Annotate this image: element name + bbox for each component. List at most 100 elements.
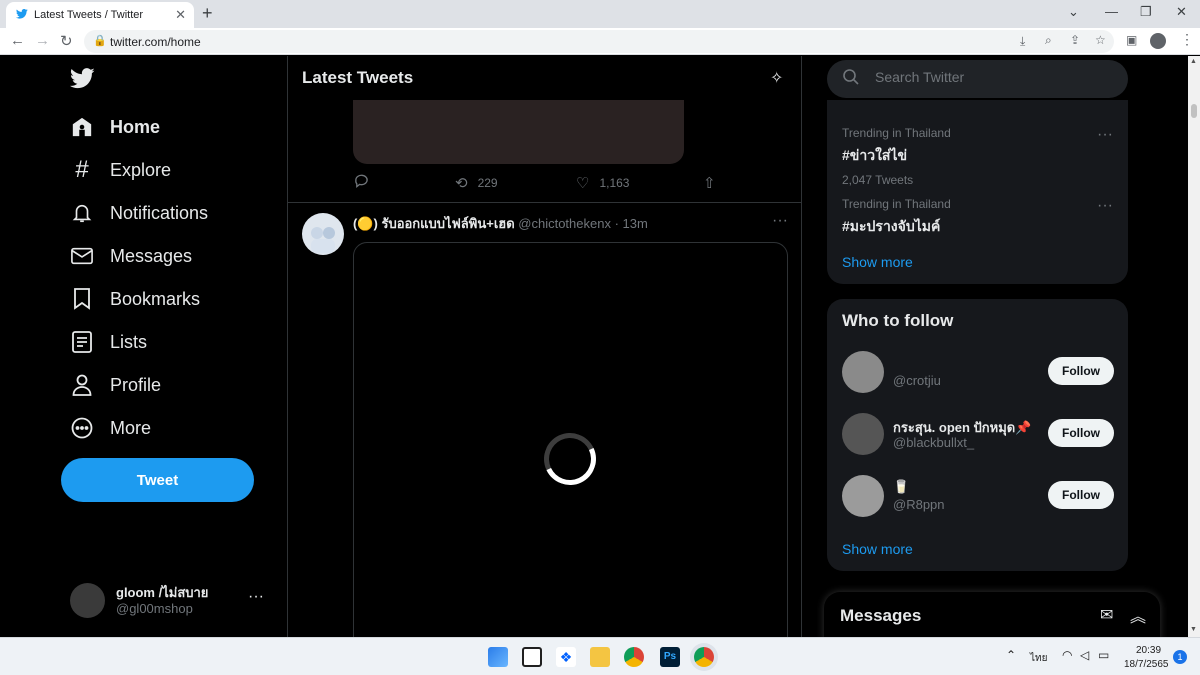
page-scrollbar[interactable]: ▲ ▼ <box>1188 56 1200 637</box>
follow-name: 🥛 <box>893 479 910 494</box>
profile-icon[interactable] <box>1150 33 1166 49</box>
twitter-app: Home # Explore Notifications Messages Bo… <box>0 56 1188 637</box>
nav-bookmarks[interactable]: Bookmarks <box>70 284 200 314</box>
like-count: 1,163 <box>599 176 630 190</box>
follow-suggestion[interactable]: กระสุน. open ปักหมุด📌 @blackbullxt_ Foll… <box>842 413 1114 457</box>
clock-time[interactable]: 20:39 <box>1136 645 1161 656</box>
nav-label: More <box>110 417 152 438</box>
forward-icon[interactable]: → <box>35 32 50 49</box>
clock-date[interactable]: 18/7/2565 <box>1124 659 1169 670</box>
reply-action[interactable] <box>354 174 379 192</box>
twitter-logo-icon[interactable] <box>69 68 95 94</box>
restore-icon[interactable]: ❐ <box>1140 4 1152 20</box>
tweet-author-name[interactable]: (🟡) รับออกแบบไฟล์พิน+เฮด <box>353 216 515 231</box>
follow-suggestion[interactable]: 🥛 @R8ppn Follow <box>842 475 1114 519</box>
plus-icon[interactable]: + <box>202 3 213 24</box>
who-to-follow-panel: Who to follow @crotjiu Follow กระสุน. op… <box>827 299 1128 571</box>
chevron-up-icon[interactable]: ︽ <box>1130 603 1146 627</box>
zoom-icon[interactable]: ⌕ <box>1045 33 1052 48</box>
more-dots-icon[interactable]: ··· <box>772 212 788 230</box>
follow-button[interactable]: Follow <box>1048 481 1114 509</box>
back-icon[interactable]: ← <box>10 32 25 49</box>
bookmark-star-icon[interactable]: ☆ <box>1095 33 1106 47</box>
window-close-icon[interactable]: ✕ <box>1176 4 1187 20</box>
more-dots-icon[interactable]: ··· <box>1097 126 1113 144</box>
nav-label: Explore <box>110 159 172 180</box>
notification-badge[interactable]: 1 <box>1173 650 1187 664</box>
scroll-down-icon[interactable]: ▼ <box>1190 626 1197 633</box>
tweet-button[interactable]: Tweet <box>61 458 254 502</box>
previous-tweet-media[interactable] <box>353 100 684 164</box>
tab-search-icon[interactable]: ⌄ <box>1068 4 1079 20</box>
list-icon <box>70 330 94 354</box>
trend-tag: #มะปรางจับไมค์ <box>842 218 941 234</box>
install-icon[interactable]: ⤓ <box>1020 34 1025 49</box>
bell-icon <box>70 201 94 225</box>
nav-more[interactable]: More <box>70 413 151 443</box>
trends-show-more-link[interactable]: Show more <box>842 254 913 270</box>
dropbox-icon[interactable]: ❖ <box>556 647 576 667</box>
tweet-time[interactable]: · 13m <box>615 216 648 231</box>
tab-title: Latest Tweets / Twitter <box>34 9 144 21</box>
share-action[interactable]: ⇧ <box>703 174 726 192</box>
trend-context: Trending in Thailand <box>842 126 951 140</box>
follow-handle: @R8ppn <box>893 497 945 512</box>
reload-icon[interactable]: ↻ <box>60 32 73 50</box>
language-indicator[interactable]: ไทย <box>1030 651 1047 666</box>
more-dots-icon[interactable]: ··· <box>248 588 264 606</box>
follow-button[interactable]: Follow <box>1048 419 1114 447</box>
close-icon[interactable]: ✕ <box>175 7 186 23</box>
browser-tab[interactable]: Latest Tweets / Twitter ✕ <box>6 2 194 28</box>
home-icon <box>70 115 94 139</box>
battery-icon[interactable]: ▭ <box>1098 648 1109 662</box>
nav-label: Home <box>110 116 161 137</box>
tweet-media[interactable] <box>353 242 788 637</box>
retweet-icon: ⟲ <box>455 175 468 192</box>
sidepanel-icon[interactable]: ▣ <box>1126 33 1137 47</box>
timeline-header: Latest Tweets ✧ <box>288 56 801 100</box>
share-icon[interactable]: ⇪ <box>1070 33 1080 47</box>
more-dots-icon[interactable]: ··· <box>1097 197 1113 215</box>
scroll-up-icon[interactable]: ▲ <box>1190 58 1197 65</box>
windows-start-icon[interactable] <box>488 647 508 667</box>
follow-suggestion[interactable]: @crotjiu Follow <box>842 351 1114 395</box>
nav-notifications[interactable]: Notifications <box>70 198 208 228</box>
nav-messages[interactable]: Messages <box>70 241 192 271</box>
photoshop-icon[interactable]: Ps <box>660 647 680 667</box>
chrome-icon[interactable] <box>624 647 644 667</box>
chevron-up-icon[interactable]: ⌃ <box>1006 648 1016 662</box>
more-circle-icon <box>70 416 94 440</box>
follow-show-more-link[interactable]: Show more <box>842 541 913 557</box>
trend-item[interactable]: Trending in Thailand #ข่าวใส่ไข่ 2,047 T… <box>842 126 951 187</box>
nav-home[interactable]: Home <box>70 112 160 142</box>
avatar[interactable] <box>302 213 344 255</box>
avatar <box>842 351 884 393</box>
twitter-icon <box>15 9 28 22</box>
sparkle-icon[interactable]: ✧ <box>770 68 783 88</box>
address-bar[interactable]: 🔒 twitter.com/home ⤓ ⌕ ⇪ ☆ <box>84 30 1114 53</box>
minimize-icon[interactable]: — <box>1105 4 1118 19</box>
nav-lists[interactable]: Lists <box>70 327 147 357</box>
who-to-follow-title: Who to follow <box>842 311 954 330</box>
menu-icon[interactable]: ⋮ <box>1180 31 1194 48</box>
messages-drawer-title: Messages <box>840 606 922 625</box>
like-action[interactable]: ♡ 1,163 <box>576 174 629 192</box>
trend-item[interactable]: Trending in Thailand #มะปรางจับไมค์ <box>842 197 951 238</box>
search-box[interactable] <box>827 60 1128 98</box>
volume-icon[interactable]: ◁ <box>1080 648 1089 662</box>
scrollbar-thumb[interactable] <box>1191 104 1197 118</box>
chrome-active-icon[interactable] <box>694 647 714 667</box>
heart-icon: ♡ <box>576 175 590 192</box>
follow-button[interactable]: Follow <box>1048 357 1114 385</box>
nav-explore[interactable]: # Explore <box>70 155 171 185</box>
nav-profile[interactable]: Profile <box>70 370 161 400</box>
share-icon: ⇧ <box>703 175 716 192</box>
task-view-icon[interactable] <box>522 647 542 667</box>
new-message-icon[interactable]: ✉ <box>1100 605 1113 625</box>
search-input[interactable] <box>875 69 1105 85</box>
messages-drawer[interactable]: Messages ✉ ︽ <box>824 592 1160 637</box>
wifi-icon[interactable]: ◠ <box>1062 648 1072 662</box>
tweet-author-handle[interactable]: @chictothekenx <box>518 216 611 231</box>
file-explorer-icon[interactable] <box>590 647 610 667</box>
retweet-action[interactable]: ⟲ 229 <box>455 174 498 192</box>
